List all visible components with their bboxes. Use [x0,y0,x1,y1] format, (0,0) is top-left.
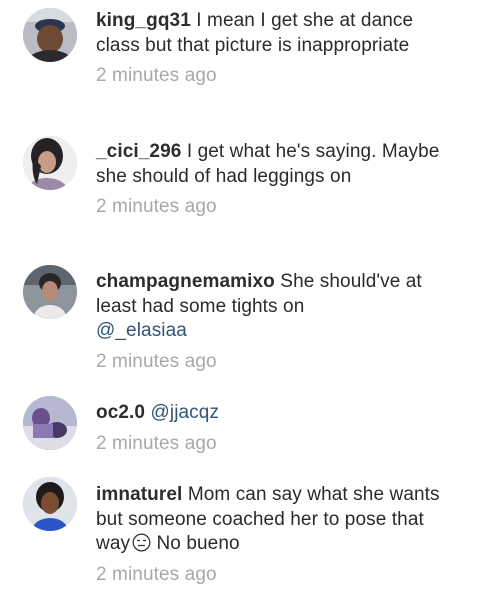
comment-timestamp: 2 minutes ago [96,563,217,585]
expressionless-face-emoji-icon [132,533,151,552]
avatar[interactable] [23,396,77,450]
comment-timestamp: 2 minutes ago [96,350,217,372]
mention-link[interactable]: @jjacqz [150,402,219,423]
avatar[interactable] [23,8,77,62]
comment-timestamp: 2 minutes ago [96,65,217,86]
avatar[interactable] [23,265,77,319]
comment-username[interactable]: oc2.0 [96,402,145,423]
comment-username[interactable]: king_gq31 [96,10,191,31]
comment-timestamp: 2 minutes ago [96,196,217,217]
comment-timestamp: 2 minutes ago [96,432,217,454]
comment-username[interactable]: _cici_296 [96,141,181,162]
comment-username[interactable]: champagnemamixo [96,271,275,292]
mention-link[interactable]: @_elasiaa [96,320,187,341]
comment-text-after-emoji: No bueno [156,533,240,554]
avatar[interactable] [23,136,77,190]
comment-username[interactable]: imnaturel [96,484,182,505]
avatar[interactable] [23,477,77,531]
